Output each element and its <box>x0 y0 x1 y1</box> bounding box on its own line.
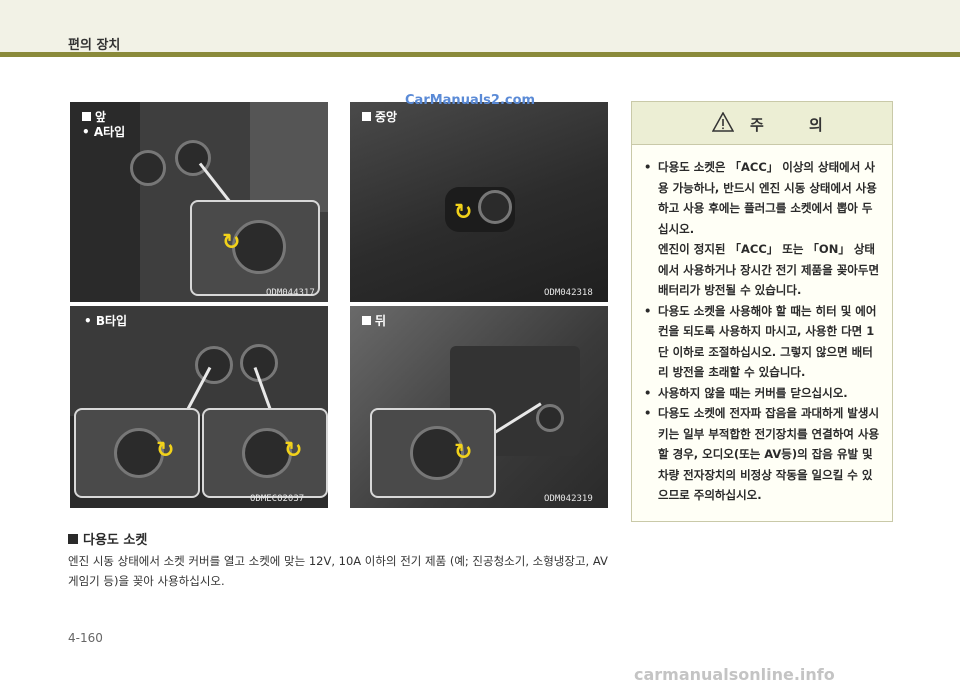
rotate-arrow-icon: ↻ <box>454 440 473 465</box>
caution-item: 다용도 소켓은 「ACC」 이상의 상태에서 사용 가능하나, 반드시 엔진 시… <box>644 157 882 239</box>
photo-front-a-type: ↻ 앞 • A타입 ODM044317 <box>70 102 328 302</box>
caution-item: 다용도 소켓을 사용해야 할 때는 히터 및 에어컨을 되도록 사용하지 마시고… <box>644 301 882 383</box>
image-code: ODM042319 <box>544 494 593 504</box>
photo-label: • B타입 <box>84 314 128 328</box>
photo-label: 중앙 <box>362 110 397 125</box>
rotate-arrow-icon: ↻ <box>222 230 241 255</box>
caution-item: 다용도 소켓에 전자파 잡음을 과대하게 발생시키는 일부 부적합한 전기장치를… <box>644 403 882 506</box>
inset-b-right: ↻ <box>202 408 328 498</box>
caution-header: 주 의 <box>632 102 892 145</box>
caution-title: 주 의 <box>750 116 843 134</box>
header-rule <box>0 52 960 57</box>
inset-rear-socket: ↻ <box>370 408 496 498</box>
image-code: ODMECO2037 <box>250 494 305 504</box>
image-code: ODM044317 <box>266 288 315 298</box>
rotate-arrow-icon: ↻ <box>284 438 303 463</box>
section-title: 다용도 소켓 <box>68 529 147 548</box>
inset-b-left: ↻ <box>74 408 200 498</box>
photo-label: 뒤 <box>362 314 386 329</box>
caution-list: 다용도 소켓은 「ACC」 이상의 상태에서 사용 가능하나, 반드시 엔진 시… <box>632 145 892 506</box>
caution-item: 사용하지 않을 때는 커버를 닫으십시오. <box>644 383 882 404</box>
footer-watermark: carmanualsonline.info <box>634 665 835 684</box>
caution-item-continued: 엔진이 정지된 「ACC」 또는 「ON」 상태에서 사용하거나 장시간 전기 … <box>658 242 880 297</box>
caution-box: 주 의 다용도 소켓은 「ACC」 이상의 상태에서 사용 가능하나, 반드시 … <box>631 101 893 522</box>
photo-b-type: ↻ ↻ • B타입 ODMECO2037 <box>70 306 328 508</box>
photo-center: ↻ 중앙 ODM042318 <box>350 102 608 302</box>
page-number: 4-160 <box>68 631 103 645</box>
square-bullet-icon <box>68 534 78 544</box>
rotate-arrow-icon: ↻ <box>156 438 175 463</box>
chapter-title: 편의 장치 <box>68 38 121 53</box>
page-header: 편의 장치 <box>0 0 960 53</box>
section-body: 엔진 시동 상태에서 소켓 커버를 열고 소켓에 맞는 12V, 10A 이하의… <box>68 554 608 588</box>
photo-label: 앞 • A타입 <box>82 110 126 139</box>
image-code: ODM042318 <box>544 288 593 298</box>
photo-rear: ↻ 뒤 ODM042319 <box>350 306 608 508</box>
site-watermark: CarManuals2.com <box>405 93 536 108</box>
inset-front-socket: ↻ <box>190 200 320 296</box>
rotate-arrow-icon: ↻ <box>454 200 473 225</box>
square-bullet-icon <box>82 112 91 121</box>
warning-icon <box>712 112 734 132</box>
square-bullet-icon <box>362 112 371 121</box>
square-bullet-icon <box>362 316 371 325</box>
